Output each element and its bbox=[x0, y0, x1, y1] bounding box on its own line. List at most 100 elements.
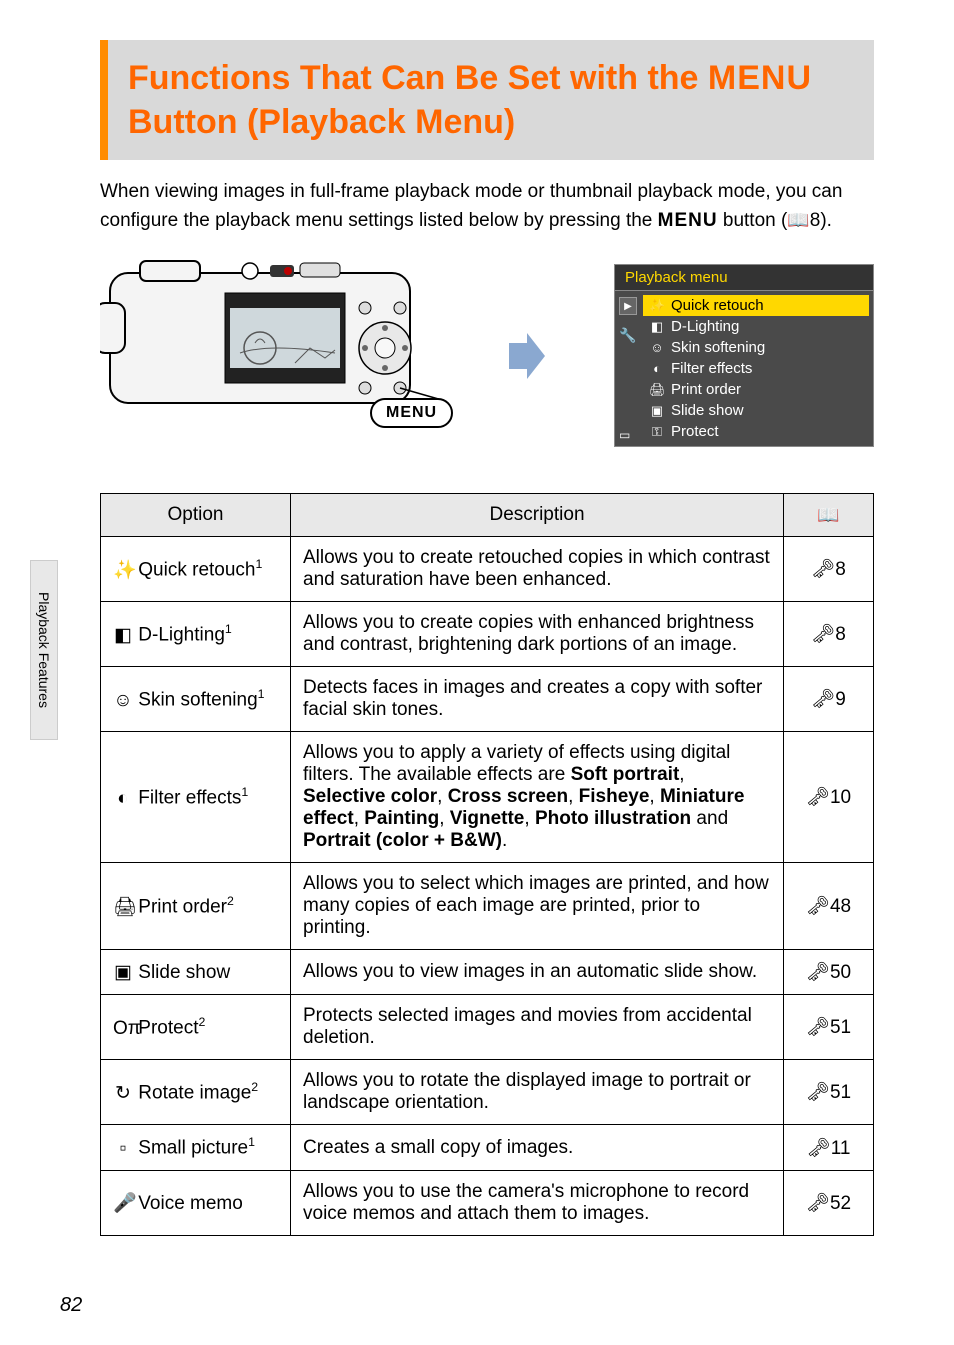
bold-term: Cross screen bbox=[448, 786, 568, 807]
option-label: Print order bbox=[133, 897, 227, 918]
reference-cell: 🗝48 bbox=[784, 863, 874, 950]
reference-number: 50 bbox=[830, 962, 851, 983]
menu-item-icon: 🖨 bbox=[649, 382, 665, 398]
reference-cell: 🗝8 bbox=[784, 537, 874, 602]
option-icon: ◐ bbox=[113, 788, 133, 810]
menu-item: ◐Filter effects bbox=[643, 358, 869, 379]
description-cell: Protects selected images and movies from… bbox=[291, 995, 784, 1060]
bold-term: Vignette bbox=[450, 808, 525, 829]
reference-cell: 🗝52 bbox=[784, 1170, 874, 1235]
option-superscript: 1 bbox=[258, 687, 265, 701]
table-row: 🖨 Print order2Allows you to select which… bbox=[101, 863, 874, 950]
description-cell: Allows you to view images in an automati… bbox=[291, 950, 784, 995]
option-label: Slide show bbox=[133, 962, 230, 983]
reference-key-icon: 🗝 bbox=[806, 1191, 830, 1215]
menu-item-label: Skin softening bbox=[671, 339, 765, 356]
reference-number: 8 bbox=[835, 559, 846, 580]
playback-menu-panel: Playback menu ▶ 🔧 ▭ ✨Quick retouch◧D-Lig… bbox=[614, 264, 874, 447]
option-superscript: 2 bbox=[198, 1015, 205, 1029]
bold-term: Selective color bbox=[303, 786, 437, 807]
reference-key-icon: 🗝 bbox=[807, 1136, 831, 1160]
col-header-option: Option bbox=[101, 494, 291, 537]
option-label: Skin softening bbox=[133, 690, 258, 711]
menu-items-list: ✨Quick retouch◧D-Lighting☺Skin softening… bbox=[643, 295, 869, 442]
menu-item-label: Print order bbox=[671, 381, 741, 398]
intro-ref: 8). bbox=[810, 210, 832, 231]
menu-item-icon: ◧ bbox=[649, 319, 665, 335]
reference-cell: 🗝10 bbox=[784, 732, 874, 863]
reference-cell: 🗝51 bbox=[784, 1060, 874, 1125]
reference-cell: 🗝8 bbox=[784, 602, 874, 667]
description-cell: Allows you to use the camera's microphon… bbox=[291, 1170, 784, 1235]
menu-item-label: Protect bbox=[671, 423, 719, 440]
play-mode-icon: ▶ bbox=[619, 297, 637, 315]
reference-number: 51 bbox=[830, 1082, 851, 1103]
menu-button-callout: MENU bbox=[370, 398, 453, 428]
option-cell: 🎤 Voice memo bbox=[101, 1170, 291, 1235]
menu-item: ◧D-Lighting bbox=[643, 316, 869, 337]
menu-item-label: Slide show bbox=[671, 402, 744, 419]
reference-number: 11 bbox=[831, 1138, 851, 1159]
menu-item: ☺ Skin softening bbox=[643, 337, 869, 358]
wrench-icon: 🔧 bbox=[619, 327, 637, 344]
page-number: 82 bbox=[60, 1294, 82, 1317]
table-row: ↻ Rotate image2Allows you to rotate the … bbox=[101, 1060, 874, 1125]
col-header-description: Description bbox=[291, 494, 784, 537]
heading-part2: Button (Playback Menu) bbox=[128, 103, 515, 141]
table-row: ▫ Small picture1Creates a small copy of … bbox=[101, 1125, 874, 1170]
option-icon: ✨ bbox=[113, 558, 133, 582]
book-icon: 📖 bbox=[817, 505, 839, 526]
option-icon: ☺ bbox=[113, 690, 133, 712]
option-superscript: 1 bbox=[248, 1135, 255, 1149]
reference-number: 8 bbox=[835, 624, 846, 645]
description-cell: Creates a small copy of images. bbox=[291, 1125, 784, 1170]
option-icon: ◧ bbox=[113, 624, 133, 647]
reference-key-icon: 🗝 bbox=[806, 960, 830, 984]
menu-item: 🖨 Print order bbox=[643, 379, 869, 400]
desc-text: . bbox=[502, 830, 507, 851]
description-cell: Allows you to apply a variety of effects… bbox=[291, 732, 784, 863]
reference-number: 9 bbox=[835, 689, 846, 710]
option-superscript: 1 bbox=[241, 785, 248, 799]
option-label: Quick retouch bbox=[133, 560, 256, 581]
intro-paragraph: When viewing images in full-frame playba… bbox=[100, 178, 874, 235]
menu-item: ▣Slide show bbox=[643, 400, 869, 421]
option-label: Protect bbox=[133, 1018, 198, 1039]
reference-number: 52 bbox=[830, 1193, 851, 1214]
reference-key-icon: 🗝 bbox=[806, 894, 830, 918]
desc-text: , bbox=[679, 764, 684, 785]
option-superscript: 2 bbox=[251, 1080, 258, 1094]
option-cell: ◐ Filter effects1 bbox=[101, 732, 291, 863]
option-label: Voice memo bbox=[133, 1193, 243, 1214]
section-heading: Functions That Can Be Set with the MENU … bbox=[100, 40, 874, 160]
desc-text: , bbox=[649, 786, 660, 807]
sidebar-label: Playback Features bbox=[36, 592, 52, 708]
table-row: ✨ Quick retouch1Allows you to create ret… bbox=[101, 537, 874, 602]
heading-menu-word: MENU bbox=[708, 59, 812, 97]
option-cell: ◧ D-Lighting1 bbox=[101, 602, 291, 667]
option-label: Filter effects bbox=[133, 788, 241, 809]
option-cell: ▣ Slide show bbox=[101, 950, 291, 995]
sidebar-tab: Playback Features bbox=[30, 560, 58, 740]
reference-key-icon: 🗝 bbox=[806, 1080, 830, 1104]
menu-panel-body: ▶ 🔧 ▭ ✨Quick retouch◧D-Lighting☺Skin sof… bbox=[614, 290, 874, 447]
table-row: ◐ Filter effects1Allows you to apply a v… bbox=[101, 732, 874, 863]
menu-button-label: MENU bbox=[386, 404, 437, 421]
menu-item-label: Filter effects bbox=[671, 360, 752, 377]
options-table: Option Description 📖 ✨ Quick retouch1All… bbox=[100, 493, 874, 1235]
bold-term: Painting bbox=[364, 808, 439, 829]
table-row: ☺ Skin softening1Detects faces in images… bbox=[101, 667, 874, 732]
option-icon: ↻ bbox=[113, 1082, 133, 1105]
diagram-row: MENU Playback menu ▶ 🔧 ▭ ✨Quick retouch◧… bbox=[100, 253, 874, 458]
intro-menu-word: MENU bbox=[658, 210, 718, 231]
description-cell: Allows you to create copies with enhance… bbox=[291, 602, 784, 667]
menu-item-icon: ⚿ bbox=[649, 424, 665, 440]
option-cell: 🖨 Print order2 bbox=[101, 863, 291, 950]
reference-cell: 🗝9 bbox=[784, 667, 874, 732]
menu-item-icon: ☺ bbox=[649, 340, 665, 355]
option-cell: ▫ Small picture1 bbox=[101, 1125, 291, 1170]
bold-term: Portrait (color + B&W) bbox=[303, 830, 502, 851]
menu-item: ⚿ Protect bbox=[643, 421, 869, 442]
menu-item-icon: ✨ bbox=[649, 298, 665, 314]
description-cell: Allows you to create retouched copies in… bbox=[291, 537, 784, 602]
